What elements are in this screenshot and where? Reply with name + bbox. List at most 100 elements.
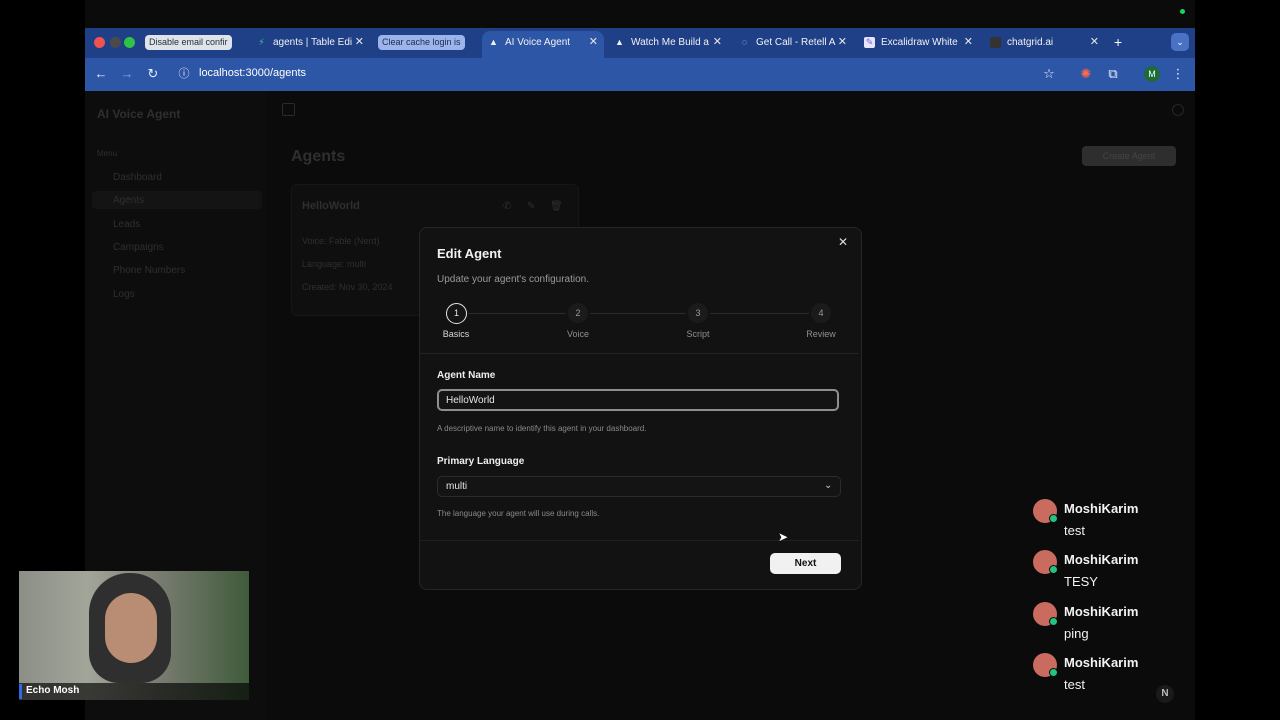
step-connector bbox=[468, 313, 566, 314]
tab-table-editor[interactable]: ⚡ agents | Table Edi ✕ bbox=[256, 33, 364, 51]
new-tab-icon[interactable]: + bbox=[1114, 34, 1122, 50]
nextjs-icon[interactable]: N bbox=[1156, 685, 1174, 703]
tab-label: Get Call - Retell A bbox=[756, 36, 836, 48]
page-title: Agents bbox=[291, 148, 346, 165]
chat-username: MoshiKarim bbox=[1064, 501, 1139, 516]
sidebar-item-phone-numbers[interactable]: Phone Numbers bbox=[113, 265, 185, 276]
sidebar-item-logs[interactable]: Logs bbox=[113, 289, 135, 300]
webcam-overlay: Echo Mosh bbox=[19, 571, 249, 700]
chat-message: TESY bbox=[1064, 574, 1098, 589]
chat-message: test bbox=[1064, 523, 1085, 538]
close-tab-icon[interactable]: ✕ bbox=[1090, 35, 1099, 48]
agent-card-created: Created: Nov 30, 2024 bbox=[302, 282, 393, 292]
theme-toggle-icon[interactable] bbox=[1172, 104, 1184, 116]
primary-language-value: multi bbox=[446, 481, 468, 492]
step-1-label: Basics bbox=[442, 329, 470, 339]
site-info-icon[interactable]: ⓘ bbox=[176, 66, 192, 82]
chat-username: MoshiKarim bbox=[1064, 655, 1139, 670]
chat-overlay bbox=[1024, 350, 1194, 705]
modal-subtitle: Update your agent's configuration. bbox=[437, 274, 590, 285]
primary-language-select[interactable]: multi bbox=[437, 476, 841, 497]
loading-icon: ◌ bbox=[741, 36, 748, 47]
divider bbox=[420, 353, 859, 354]
agent-name-label: Agent Name bbox=[437, 370, 496, 381]
agent-name-help: A descriptive name to identify this agen… bbox=[437, 424, 647, 433]
excalidraw-icon: ✎ bbox=[864, 36, 875, 48]
step-3-label: Script bbox=[686, 329, 710, 339]
edit-icon[interactable]: ✎ bbox=[527, 201, 535, 212]
step-3-circle[interactable]: 3 bbox=[688, 303, 708, 323]
person-face bbox=[105, 593, 157, 663]
close-tab-icon[interactable]: ✕ bbox=[964, 35, 973, 48]
reload-icon[interactable]: ↻ bbox=[145, 66, 161, 82]
phone-icon[interactable]: ✆ bbox=[503, 201, 511, 212]
tab-label: chatgrid.ai bbox=[1007, 36, 1054, 48]
modal-title: Edit Agent bbox=[437, 246, 502, 261]
chevron-down-icon[interactable]: ⌄ bbox=[824, 480, 832, 491]
step-4-label: Review bbox=[806, 329, 836, 339]
vercel-icon: ▲ bbox=[615, 36, 624, 47]
tab-search-icon[interactable]: ⌄ bbox=[1171, 33, 1189, 51]
profile-avatar[interactable]: M bbox=[1144, 66, 1160, 82]
close-tab-icon[interactable]: ✕ bbox=[838, 35, 847, 48]
step-connector bbox=[590, 313, 686, 314]
bookmark-star-icon[interactable]: ☆ bbox=[1041, 66, 1057, 82]
sidebar-item-leads[interactable]: Leads bbox=[113, 219, 140, 230]
online-badge bbox=[1049, 617, 1058, 626]
forward-icon[interactable]: → bbox=[119, 66, 135, 82]
agent-card-title: HelloWorld bbox=[302, 200, 360, 212]
sidebar-item-agents[interactable]: Agents bbox=[113, 195, 144, 206]
maximize-window-button[interactable] bbox=[124, 37, 135, 48]
close-tab-icon[interactable]: ✕ bbox=[355, 35, 364, 48]
address-bar[interactable]: localhost:3000/agents bbox=[199, 67, 306, 79]
delete-icon[interactable]: 🗑 bbox=[550, 201, 563, 212]
supabase-icon: ⚡ bbox=[258, 36, 265, 47]
agent-name-input[interactable]: HelloWorld bbox=[437, 389, 839, 411]
chat-username: MoshiKarim bbox=[1064, 604, 1139, 619]
next-button[interactable]: Next bbox=[770, 553, 841, 574]
app-brand: AI Voice Agent bbox=[97, 107, 181, 121]
mouse-cursor-icon: ➤ bbox=[778, 530, 789, 544]
sidebar-item-dashboard[interactable]: Dashboard bbox=[113, 172, 162, 183]
close-tab-icon[interactable]: ✕ bbox=[713, 35, 722, 48]
tab-watch-me-build[interactable]: ▲ Watch Me Build a ✕ bbox=[614, 33, 722, 51]
step-2-label: Voice bbox=[566, 329, 590, 339]
close-tab-icon[interactable]: ✕ bbox=[589, 35, 598, 48]
tab-label: AI Voice Agent bbox=[505, 36, 571, 48]
step-4-circle[interactable]: 4 bbox=[811, 303, 831, 323]
close-icon[interactable]: ✕ bbox=[838, 235, 848, 249]
tab-label: Excalidraw White bbox=[881, 36, 958, 48]
tab-chatgrid[interactable]: chatgrid.ai ✕ bbox=[990, 33, 1099, 51]
tab-disable-email[interactable]: Disable email confir bbox=[145, 33, 263, 51]
vercel-icon: ▲ bbox=[489, 36, 498, 47]
divider bbox=[420, 540, 859, 541]
sidebar-toggle-icon[interactable] bbox=[282, 103, 295, 116]
chatgrid-icon bbox=[990, 36, 1001, 48]
extension-icon[interactable]: ✺ bbox=[1078, 66, 1094, 82]
primary-language-help: The language your agent will use during … bbox=[437, 509, 600, 518]
create-agent-button[interactable]: Create Agent bbox=[1082, 146, 1176, 166]
close-window-button[interactable] bbox=[94, 37, 105, 48]
tab-clear-cache[interactable]: Clear cache login is bbox=[378, 33, 474, 51]
online-badge bbox=[1049, 565, 1058, 574]
minimize-window-button[interactable] bbox=[110, 37, 121, 48]
menu-kebab-icon[interactable]: ⋮ bbox=[1170, 66, 1186, 82]
sidebar-item-campaigns[interactable]: Campaigns bbox=[113, 242, 164, 253]
tab-retell[interactable]: ◌ Get Call - Retell A ✕ bbox=[739, 33, 847, 51]
webcam-name: Echo Mosh bbox=[26, 685, 80, 696]
chat-message: test bbox=[1064, 677, 1085, 692]
back-icon[interactable]: ← bbox=[93, 66, 109, 82]
tab-label: Watch Me Build a bbox=[631, 36, 709, 48]
tab-excalidraw[interactable]: ✎ Excalidraw White ✕ bbox=[864, 33, 973, 51]
sidebar-section-label: Menu bbox=[97, 149, 118, 158]
agent-card-voice: Voice: Fable (Nerd) bbox=[302, 236, 380, 246]
online-badge bbox=[1049, 514, 1058, 523]
extensions-puzzle-icon[interactable]: ⧉ bbox=[1105, 66, 1121, 82]
chat-message: ping bbox=[1064, 626, 1089, 641]
step-1-circle[interactable]: 1 bbox=[446, 303, 467, 324]
tab-ai-voice-agent[interactable]: ▲ AI Voice Agent ✕ bbox=[488, 33, 598, 51]
recording-indicator bbox=[1180, 9, 1185, 14]
step-2-circle[interactable]: 2 bbox=[568, 303, 588, 323]
primary-language-label: Primary Language bbox=[437, 456, 525, 467]
speaker-indicator bbox=[19, 684, 22, 699]
